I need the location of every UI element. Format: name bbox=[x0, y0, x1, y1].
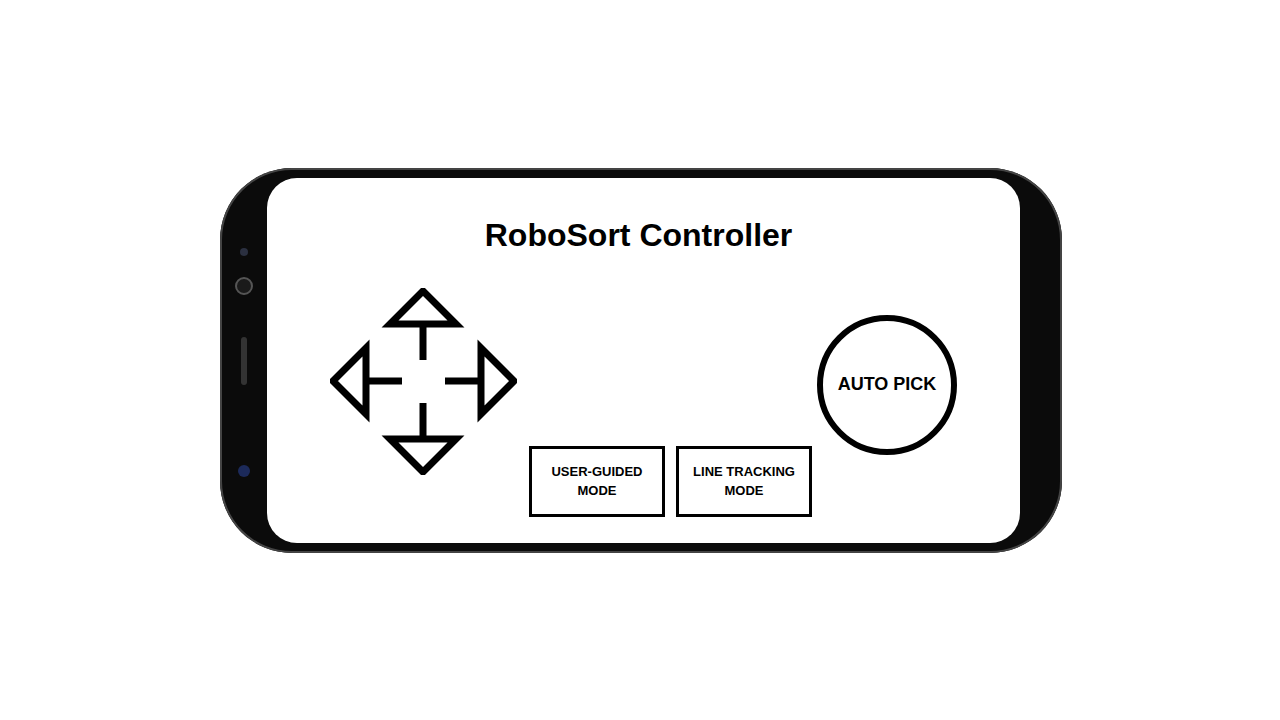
camera-icon bbox=[235, 277, 253, 295]
speaker-icon bbox=[241, 337, 247, 385]
arrow-down-icon[interactable] bbox=[390, 403, 456, 472]
phone-bezel bbox=[220, 178, 267, 543]
page: RoboSort Controller USER-GUIDED MODELINE… bbox=[0, 0, 1280, 720]
app-title: RoboSort Controller bbox=[267, 213, 1020, 258]
direction-pad bbox=[330, 288, 517, 475]
arrow-up-icon[interactable] bbox=[390, 291, 456, 360]
sensor-icon bbox=[240, 248, 248, 256]
controls: USER-GUIDED MODELINE TRACKING MODE AUTO … bbox=[267, 288, 1020, 517]
phone-frame: RoboSort Controller USER-GUIDED MODELINE… bbox=[220, 168, 1062, 553]
led-icon bbox=[238, 465, 250, 477]
arrow-left-icon[interactable] bbox=[333, 348, 402, 414]
auto-pick-button[interactable]: AUTO PICK bbox=[817, 315, 957, 455]
mode-buttons: USER-GUIDED MODELINE TRACKING MODE bbox=[529, 446, 812, 517]
arrow-right-icon[interactable] bbox=[445, 348, 514, 414]
mode-button[interactable]: LINE TRACKING MODE bbox=[676, 446, 812, 517]
app-screen: RoboSort Controller USER-GUIDED MODELINE… bbox=[267, 178, 1020, 543]
mode-button[interactable]: USER-GUIDED MODE bbox=[529, 446, 665, 517]
